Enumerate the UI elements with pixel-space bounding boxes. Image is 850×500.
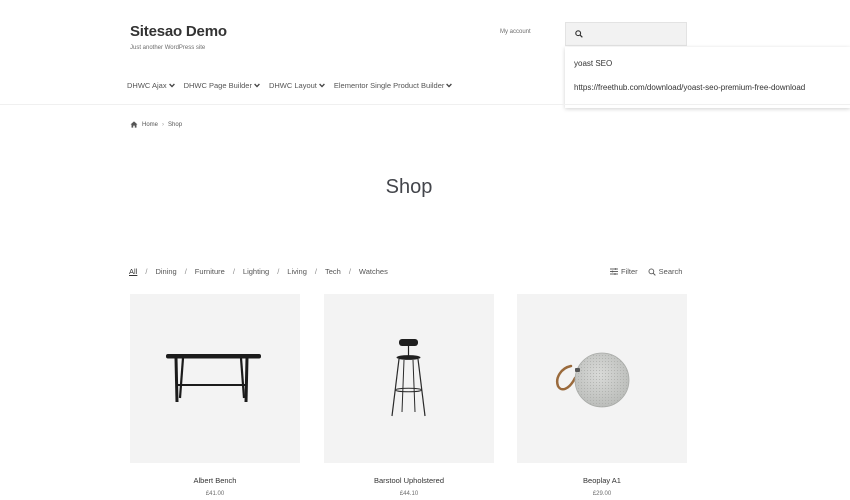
page-title: Shop [385, 176, 433, 198]
chevron-down-icon [446, 83, 453, 88]
nav-item-label: DHWC Ajax [127, 81, 167, 90]
primary-nav: DHWC Ajax DHWC Page Builder DHWC Layout … [127, 81, 461, 90]
breadcrumb-home[interactable]: Home [142, 122, 158, 128]
product-price: £29.00 [592, 491, 612, 497]
search-box[interactable] [565, 22, 687, 46]
product-image-barstool[interactable] [324, 294, 494, 463]
search-toggle-label: Search [658, 267, 683, 276]
filter-watches[interactable]: Watches [359, 267, 388, 276]
suggestion-item[interactable]: https://freethub.com/download/yoast-seo-… [574, 83, 805, 92]
nav-item-dhwc-layout[interactable]: DHWC Layout [269, 81, 325, 90]
chevron-down-icon [254, 83, 260, 88]
product-image-bench[interactable] [130, 294, 300, 463]
search-icon [648, 268, 656, 276]
filter-separator: / [277, 267, 280, 276]
my-account-link[interactable]: My account [500, 29, 531, 35]
nav-item-dhwc-page-builder[interactable]: DHWC Page Builder [184, 81, 260, 90]
filter-separator: / [348, 267, 351, 276]
nav-item-label: Elementor Single Product Builder [333, 81, 445, 90]
chevron-down-icon [168, 83, 175, 88]
search-suggestions: yoast SEO https://freethub.com/download/… [565, 47, 850, 108]
filter-all[interactable]: All [129, 267, 137, 276]
product-image-speaker[interactable] [517, 294, 687, 463]
nav-item-dhwc-ajax[interactable]: DHWC Ajax [127, 81, 175, 90]
product-name[interactable]: Barstool Upholstered [324, 476, 494, 485]
category-filters: All / Dining / Furniture / Lighting / Li… [129, 267, 388, 276]
bench-image [166, 354, 261, 403]
product-price: £44.10 [399, 491, 419, 497]
search-icon [575, 30, 583, 38]
shop-tools: Filter Search [610, 267, 682, 276]
filter-button-label: Filter [621, 267, 638, 276]
filter-separator: / [145, 267, 148, 276]
filter-lighting[interactable]: Lighting [243, 267, 269, 276]
product-name[interactable]: Albert Bench [130, 476, 300, 485]
filter-tech[interactable]: Tech [325, 267, 341, 276]
nav-item-elementor-builder[interactable]: Elementor Single Product Builder [333, 81, 453, 90]
search-input[interactable] [587, 30, 677, 38]
breadcrumb: Home › Shop [130, 121, 182, 128]
search-toggle-button[interactable]: Search [648, 267, 683, 276]
nav-item-label: DHWC Layout [268, 81, 317, 90]
breadcrumb-current: Shop [168, 121, 183, 128]
filter-living[interactable]: Living [287, 267, 307, 276]
site-title[interactable]: Sitesao Demo [130, 23, 227, 40]
suggestion-item[interactable]: yoast SEO [574, 59, 612, 68]
filter-separator: / [314, 267, 317, 276]
barstool-image [391, 339, 426, 417]
filter-icon [610, 268, 618, 275]
home-icon [130, 121, 138, 128]
filter-separator: / [232, 267, 235, 276]
site-tagline: Just another WordPress site [130, 45, 206, 51]
product-price: £41.00 [205, 491, 225, 497]
chevron-down-icon [319, 83, 325, 88]
speaker-image [556, 352, 630, 408]
header-divider [0, 104, 850, 105]
breadcrumb-separator: › [162, 121, 165, 128]
filter-button[interactable]: Filter [610, 267, 638, 276]
filter-separator: / [184, 267, 187, 276]
filter-dining[interactable]: Dining [155, 267, 176, 276]
nav-item-label: DHWC Page Builder [183, 81, 252, 90]
filter-furniture[interactable]: Furniture [195, 267, 225, 276]
product-name[interactable]: Beoplay A1 [517, 476, 687, 485]
